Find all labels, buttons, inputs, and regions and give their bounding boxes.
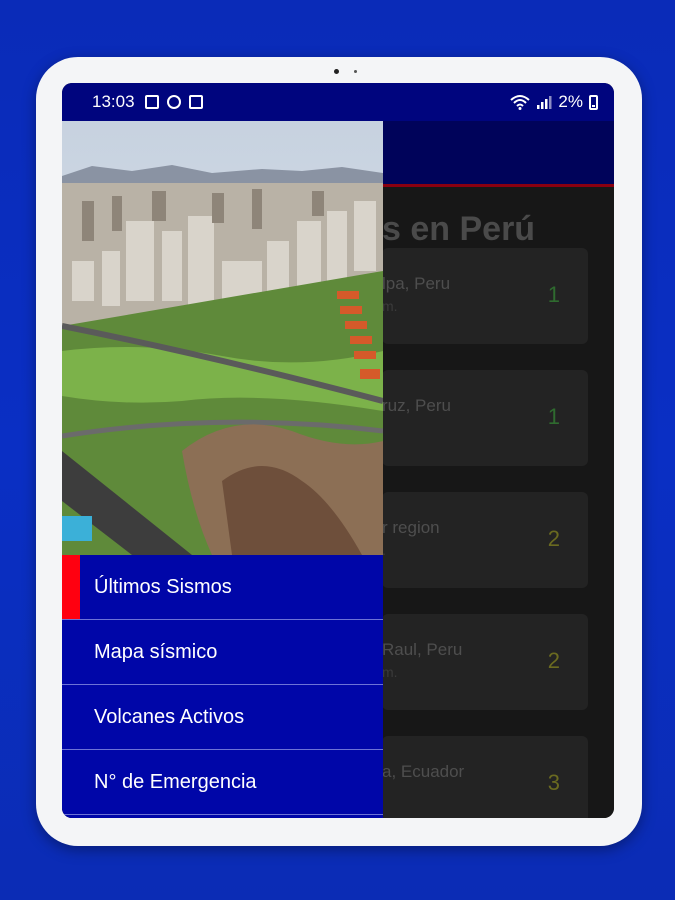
tablet-frame: 13:03 2% s en Perú lpa, Peru m. 1 ruz, P… — [36, 57, 642, 846]
earthquake-detail: m. — [382, 298, 398, 314]
earthquake-location: Raul, Peru — [382, 640, 463, 659]
earthquake-card[interactable]: Raul, Peru m. 2 — [382, 614, 588, 710]
image-notification-icon — [144, 95, 159, 109]
menu-item-emergency-numbers[interactable]: N° de Emergencia — [62, 750, 383, 815]
app-notification-icon — [188, 95, 203, 109]
earthquake-location: r region — [382, 518, 440, 537]
sensor-icon — [354, 70, 357, 73]
signal-icon — [537, 96, 552, 109]
battery-percent: 2% — [558, 92, 583, 111]
battery-icon — [589, 94, 598, 110]
earthquake-card[interactable]: ruz, Peru 1 — [382, 370, 588, 466]
navigation-drawer: Últimos Sismos Mapa sísmico Volcanes Activ… — [62, 121, 383, 818]
menu-item-label: Volcanes Activos — [94, 705, 245, 728]
earthquake-location: lpa, Peru — [382, 274, 451, 293]
earthquake-card[interactable]: r region. 2 — [382, 492, 588, 588]
earthquake-magnitude: 2 — [547, 526, 560, 551]
status-bar: 13:03 2% — [62, 83, 614, 121]
earthquake-card[interactable]: lpa, Peru m. 1 — [382, 248, 588, 344]
at-notification-icon — [166, 95, 181, 109]
earthquake-location: ruz, Peru — [382, 396, 451, 415]
earthquake-magnitude: 1 — [547, 404, 560, 429]
menu-item-label: N° de Emergencia — [94, 770, 257, 793]
city-coast-illustration — [62, 121, 383, 555]
drawer-header-image — [62, 121, 383, 555]
menu-item-latest-earthquakes[interactable]: Últimos Sismos — [62, 555, 383, 620]
camera-icon — [334, 69, 339, 74]
menu-item-label: Mapa sísmico — [94, 640, 218, 663]
menu-item-label: Últimos Sismos — [94, 575, 232, 598]
earthquake-location: a, Ecuador — [382, 762, 465, 781]
menu-item-seismic-map[interactable]: Mapa sísmico — [62, 620, 383, 685]
active-indicator — [62, 555, 80, 619]
earthquake-card[interactable]: a, Ecuador 3 — [382, 736, 588, 818]
earthquake-magnitude: 3 — [547, 770, 560, 795]
status-time: 13:03 — [92, 92, 135, 111]
screen: 13:03 2% s en Perú lpa, Peru m. 1 ruz, P… — [62, 83, 614, 818]
menu-item-active-volcanoes[interactable]: Volcanes Activos — [62, 685, 383, 750]
wifi-icon — [510, 95, 531, 110]
earthquake-detail: m. — [382, 664, 398, 680]
page-title: s en Perú — [382, 210, 536, 248]
earthquake-magnitude: 1 — [547, 282, 560, 307]
earthquake-magnitude: 2 — [547, 648, 560, 673]
